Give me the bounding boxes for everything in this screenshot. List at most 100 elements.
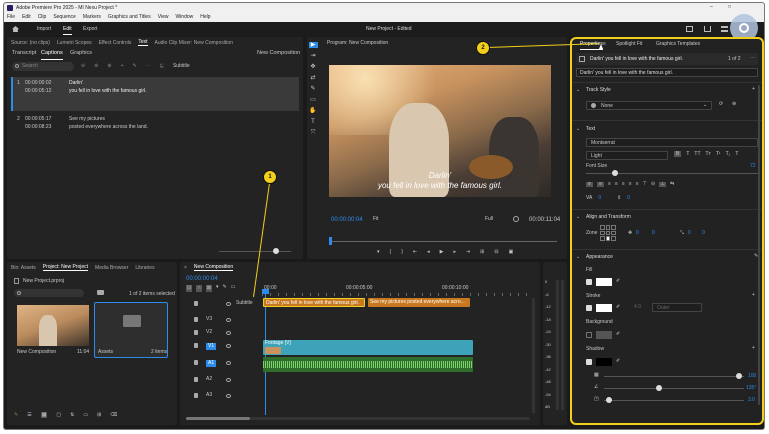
track-target[interactable]: V3 <box>206 317 212 322</box>
align-middle-icon[interactable]: ⊝ <box>651 182 655 187</box>
tab-import[interactable]: Import <box>37 27 51 32</box>
distance-slider[interactable] <box>604 400 744 401</box>
nest-icon[interactable]: ⊡ <box>186 285 193 292</box>
stroke-width[interactable]: 4.0 <box>634 305 641 310</box>
list-view-icon[interactable]: ☰ <box>27 412 31 418</box>
step-forward-icon[interactable]: ▸ <box>453 249 456 255</box>
small-caps-icon[interactable]: Tт <box>706 151 711 157</box>
maximize-button[interactable]: □ <box>728 5 731 10</box>
background-checkbox[interactable] <box>586 332 592 338</box>
track-target[interactable]: V2 <box>206 330 212 335</box>
hand-tool-icon[interactable]: ✋ <box>309 108 316 114</box>
new-bin-footer-icon[interactable]: ▭ <box>83 412 88 418</box>
eyedropper-icon[interactable]: ✐ <box>616 305 620 310</box>
menu-window[interactable]: Window <box>175 15 193 20</box>
icon-view-icon[interactable]: ▦ <box>40 412 48 418</box>
extract-icon[interactable]: ⊟ <box>494 249 498 255</box>
filter-icon[interactable]: ⊖ <box>81 64 85 69</box>
minimize-button[interactable]: – <box>710 5 713 10</box>
lock-icon[interactable] <box>194 360 198 365</box>
eye-icon[interactable] <box>226 394 231 398</box>
program-tab[interactable]: Program: New Composition <box>327 41 388 46</box>
time-ruler[interactable] <box>262 293 530 296</box>
fill-swatch[interactable] <box>596 278 612 286</box>
track-target[interactable]: V1 <box>206 343 217 350</box>
wrench-icon[interactable] <box>513 216 519 222</box>
lock-icon[interactable] <box>194 317 198 322</box>
eyedropper-icon[interactable]: ✐ <box>616 359 620 364</box>
tab-spotlight-fit[interactable]: Spotlight Fit <box>616 42 642 47</box>
go-to-out-icon[interactable]: ⇥ <box>466 249 470 255</box>
mark-out-icon[interactable]: } <box>401 249 403 255</box>
eye-icon[interactable] <box>226 361 231 365</box>
leading-icon[interactable]: ⇕ <box>617 195 621 201</box>
menu-graphics[interactable]: Graphics and Titles <box>108 15 151 20</box>
eyedropper-icon[interactable]: ✐ <box>616 332 620 337</box>
edit-icon[interactable]: ✎ <box>14 412 18 418</box>
stroke-checkbox[interactable] <box>586 305 592 311</box>
leading-value[interactable]: 0 <box>627 195 630 201</box>
shadow-swatch[interactable] <box>596 358 612 366</box>
sync-style-icon[interactable]: ⟳ <box>719 102 723 107</box>
tab-edit[interactable]: Edit <box>63 27 72 35</box>
fit-dropdown[interactable]: Fit <box>373 217 379 222</box>
opacity-value[interactable]: 100 <box>748 374 756 379</box>
home-icon[interactable] <box>12 26 19 32</box>
caption-text-field[interactable]: Darlin' you fell in love with the famous… <box>576 68 758 77</box>
new-bin-icon[interactable] <box>97 290 104 295</box>
snap-icon[interactable]: ∩ <box>196 285 202 292</box>
opacity-slider[interactable] <box>604 376 744 377</box>
mark-in-icon[interactable]: { <box>390 249 392 255</box>
tab-audio-clip-mixer[interactable]: Audio Clip Mixer: New Composition <box>155 40 233 46</box>
eye-icon[interactable] <box>226 344 231 348</box>
stroke-swatch[interactable] <box>596 304 612 312</box>
stroke-position-dropdown[interactable]: Outer <box>652 303 702 312</box>
playhead-bar[interactable] <box>329 241 557 242</box>
video-clip[interactable]: Footage [V] <box>263 340 473 355</box>
background-swatch[interactable] <box>596 331 612 339</box>
track-target[interactable]: A2 <box>206 377 212 382</box>
lock-icon[interactable] <box>194 343 198 348</box>
marker-icon[interactable]: ▾ <box>377 249 380 255</box>
freeform-view-icon[interactable]: ▢ <box>56 412 61 418</box>
angle-slider[interactable] <box>604 388 744 389</box>
export-frame-icon[interactable]: ▣ <box>509 249 514 255</box>
rectangle-tool-icon[interactable]: ▭ <box>310 97 316 103</box>
marker-icon[interactable]: ▾ <box>216 285 219 292</box>
align-bottom-icon[interactable]: ⊥ <box>659 182 667 187</box>
merge-icon[interactable]: ⊕ <box>107 64 111 69</box>
add-shadow-icon[interactable]: + <box>752 346 755 351</box>
zone-grid[interactable] <box>600 225 616 241</box>
menu-markers[interactable]: Markers <box>83 15 101 20</box>
font-size-value[interactable]: 72 <box>750 164 756 169</box>
eye-icon[interactable] <box>226 302 231 306</box>
slip-tool-icon[interactable]: ⇄ <box>310 75 315 81</box>
track-header[interactable]: A2 <box>186 374 260 386</box>
menu-view[interactable]: View <box>158 15 169 20</box>
italic-icon[interactable]: T <box>686 151 689 157</box>
step-back-icon[interactable]: ◂ <box>427 249 430 255</box>
tab-graphics[interactable]: Graphics <box>70 50 92 57</box>
panel-layout-icon[interactable] <box>721 26 728 32</box>
add-stroke-icon[interactable]: + <box>752 293 755 298</box>
menu-sequence[interactable]: Sequence <box>53 15 76 20</box>
audio-clip[interactable] <box>263 357 473 372</box>
scrollbar-thumb[interactable] <box>186 417 250 420</box>
font-dropdown[interactable]: Montserrat <box>586 138 758 147</box>
angle-value[interactable]: 135° <box>746 386 756 391</box>
tab-project[interactable]: Project: New Project <box>42 264 89 271</box>
tab-effect-controls[interactable]: Effect Controls <box>99 40 132 46</box>
vertical-scrollbar[interactable] <box>532 298 535 413</box>
track-header[interactable]: V1 <box>186 340 260 352</box>
chevron-down-icon[interactable]: ⌄ <box>576 127 580 132</box>
distance-slider-handle[interactable] <box>606 397 612 403</box>
caption-clip-1[interactable]: Darlin' you fell in love with the famous… <box>263 298 365 307</box>
thumb-new-composition[interactable] <box>17 305 89 346</box>
superscript-icon[interactable]: T¹ <box>716 151 721 157</box>
tab-graphics-templates[interactable]: Graphics Templates <box>656 42 700 47</box>
project-search-field[interactable] <box>14 289 84 297</box>
weight-dropdown[interactable]: Light <box>586 151 668 160</box>
timeline-scrollbar[interactable] <box>186 417 530 420</box>
track-header[interactable]: A3 <box>186 390 260 402</box>
position-x[interactable]: 0 <box>636 231 639 236</box>
